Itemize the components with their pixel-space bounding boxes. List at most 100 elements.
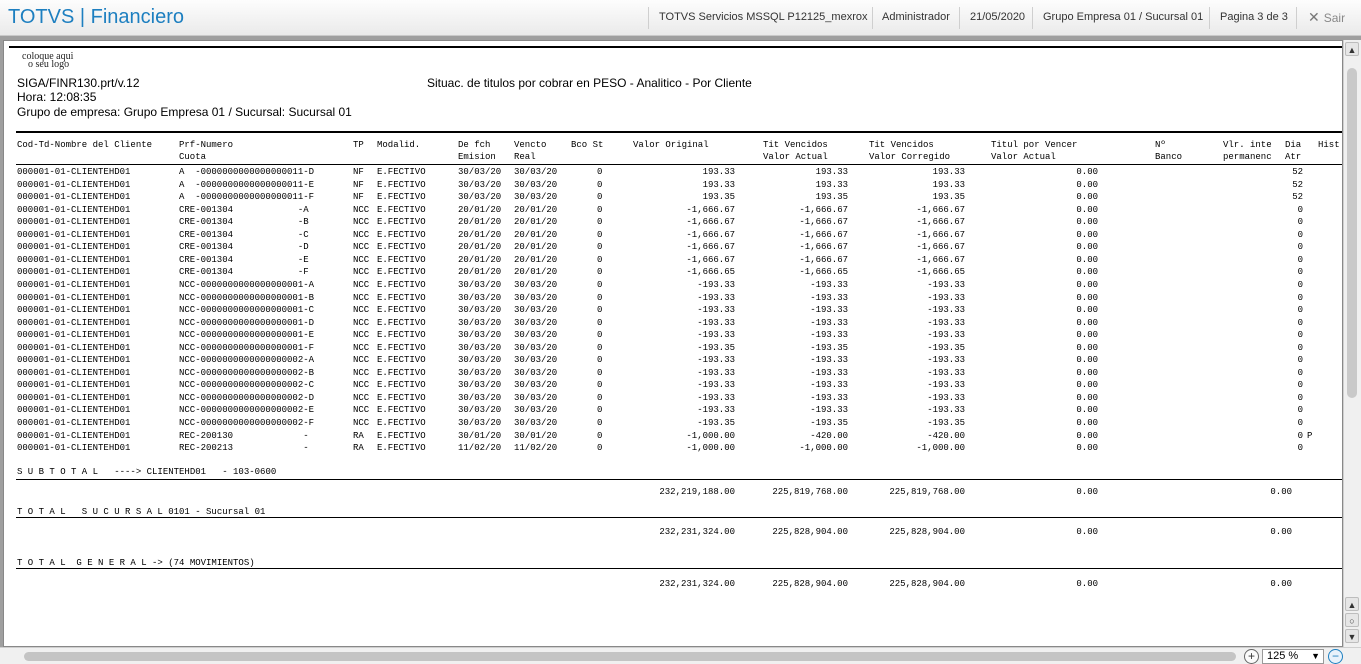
table-cell: -1,666.67 [686, 204, 735, 215]
company-label[interactable]: Grupo Empresa 01 / Sucursal 01 [1043, 11, 1203, 23]
vertical-scrollbar[interactable]: ▲ ▲ ○ ▼ [1343, 40, 1361, 647]
table-cell: -193.35 [697, 418, 735, 428]
table-cell: 30/01/20 [514, 430, 558, 441]
table-cell: A -0000000000000000011-F [179, 192, 315, 203]
exit-button[interactable]: ✕ Sair [1308, 9, 1345, 26]
total-value: 225,828,904.00 [772, 579, 848, 589]
column-header: Cod-Td-Nombre del Cliente [17, 140, 153, 150]
table-cell: 0.00 [1076, 229, 1098, 240]
table-cell: 20/01/20 [458, 254, 502, 265]
column-header: Modalid. [377, 140, 421, 150]
table-cell: 20/01/20 [514, 267, 558, 278]
scroll-up-button[interactable]: ▲ [1345, 42, 1359, 56]
table-cell: CRE-001304 -B [179, 217, 309, 228]
table-cell: 0.00 [1076, 317, 1098, 328]
table-cell: 0 [597, 443, 603, 454]
column-header: Valor Actual [991, 152, 1056, 162]
table-cell: 0 [1297, 418, 1303, 428]
table-row: 000001-01-CLIENTEHD01 REC-200213 - RA E.FEC… [7, 443, 1342, 455]
column-header: TP [353, 140, 364, 150]
zoom-select[interactable]: 125 % ▼ [1262, 649, 1324, 664]
table-cell: E.FECTIVO [377, 405, 426, 416]
table-cell: -1,666.65 [916, 267, 965, 278]
user-label[interactable]: Administrador [882, 11, 950, 23]
column-header: Titul por Vencer [991, 140, 1078, 150]
table-row: 000001-01-CLIENTEHD01 NCC-000000000000000… [7, 343, 1342, 355]
table-cell: NCC-0000000000000000002-F [179, 418, 315, 428]
table-cell: -1,666.67 [916, 242, 965, 253]
table-cell: -193.35 [810, 418, 848, 428]
total-sucursal-label: T O T A L S U C U R S A L 0101 - Sucursa… [17, 507, 266, 517]
top-bar: TOTVS | Financiero TOTVS Servicios MSSQL… [0, 0, 1361, 36]
table-cell: -1,666.67 [916, 254, 965, 265]
table-cell: NCC [353, 217, 370, 228]
table-cell: -420.00 [810, 430, 848, 441]
page-indicator: Pagina 3 de 3 [1220, 11, 1288, 23]
table-cell: E.FECTIVO [377, 317, 426, 328]
scroll-center-button[interactable]: ○ [1345, 613, 1359, 627]
table-cell: 0 [597, 380, 603, 391]
table-cell: -193.33 [927, 405, 965, 416]
table-cell: NCC [353, 254, 370, 265]
table-cell: 0.00 [1076, 392, 1098, 403]
table-cell: 0 [597, 305, 603, 316]
table-cell: -193.33 [810, 405, 848, 416]
horizontal-scrollbar[interactable]: + 125 % ▼ − [0, 647, 1361, 664]
table-cell: CRE-001304 -A [179, 204, 309, 215]
table-cell: 0 [597, 430, 603, 441]
column-header: permanenc [1223, 152, 1272, 162]
table-cell: 0 [1297, 330, 1303, 341]
table-row: 000001-01-CLIENTEHD01 NCC-000000000000000… [7, 305, 1342, 317]
table-cell: 30/03/20 [458, 292, 502, 303]
table-cell: E.FECTIVO [377, 242, 426, 253]
vertical-scroll-thumb[interactable] [1347, 68, 1357, 398]
table-cell: 30/03/20 [514, 392, 558, 403]
table-cell: 193.33 [932, 179, 965, 190]
app-title: TOTVS | Financiero [8, 6, 184, 29]
table-cell: 000001-01-CLIENTEHD01 [17, 279, 131, 290]
table-cell: 0 [597, 392, 603, 403]
table-cell: CRE-001304 -C [179, 229, 309, 240]
zoom-in-button[interactable]: + [1244, 649, 1259, 664]
total-value: 0.00 [1270, 527, 1292, 537]
table-cell: 30/03/20 [514, 330, 558, 341]
table-cell: 0.00 [1076, 330, 1098, 341]
table-cell: -1,000.00 [799, 443, 848, 454]
table-cell: 20/01/20 [458, 204, 502, 215]
table-cell: -1,000.00 [916, 443, 965, 454]
table-cell: 30/03/20 [458, 179, 502, 190]
horizontal-scroll-thumb[interactable] [24, 652, 1236, 661]
table-cell: -193.33 [810, 380, 848, 391]
report-title: Situac. de titulos por cobrar en PESO - … [427, 76, 752, 90]
table-row: 000001-01-CLIENTEHD01 NCC-000000000000000… [7, 355, 1342, 367]
scroll-down-button[interactable]: ▼ [1345, 629, 1359, 643]
table-cell: E.FECTIVO [377, 355, 426, 366]
table-cell: -193.33 [810, 292, 848, 303]
table-cell: -1,000.00 [686, 430, 735, 441]
chevron-down-icon: ▼ [1311, 651, 1320, 661]
table-cell: 000001-01-CLIENTEHD01 [17, 179, 131, 190]
table-cell: 30/03/20 [514, 380, 558, 391]
table-cell: NF [353, 167, 364, 177]
columns-rule [16, 164, 1342, 165]
total-rule [16, 568, 1342, 569]
table-cell: 0 [1297, 430, 1303, 441]
table-cell: 000001-01-CLIENTEHD01 [17, 229, 131, 240]
table-cell: 30/03/20 [514, 305, 558, 316]
table-cell: 0 [1297, 267, 1303, 278]
column-header: Valor Original [633, 140, 709, 150]
date-label[interactable]: 21/05/2020 [970, 11, 1025, 23]
zoom-out-button[interactable]: − [1328, 649, 1343, 664]
table-cell: NCC [353, 305, 370, 316]
table-cell: 20/01/20 [514, 229, 558, 240]
table-cell: 000001-01-CLIENTEHD01 [17, 367, 131, 378]
table-cell: NCC [353, 317, 370, 328]
total-rule [16, 517, 1342, 518]
table-cell: -193.33 [810, 330, 848, 341]
table-cell: 0 [597, 254, 603, 265]
table-cell: 0 [1297, 317, 1303, 328]
table-cell: -193.35 [810, 342, 848, 353]
scroll-up-small-button[interactable]: ▲ [1345, 597, 1359, 611]
table-cell: RA [353, 443, 364, 454]
table-cell: CRE-001304 -D [179, 242, 309, 253]
